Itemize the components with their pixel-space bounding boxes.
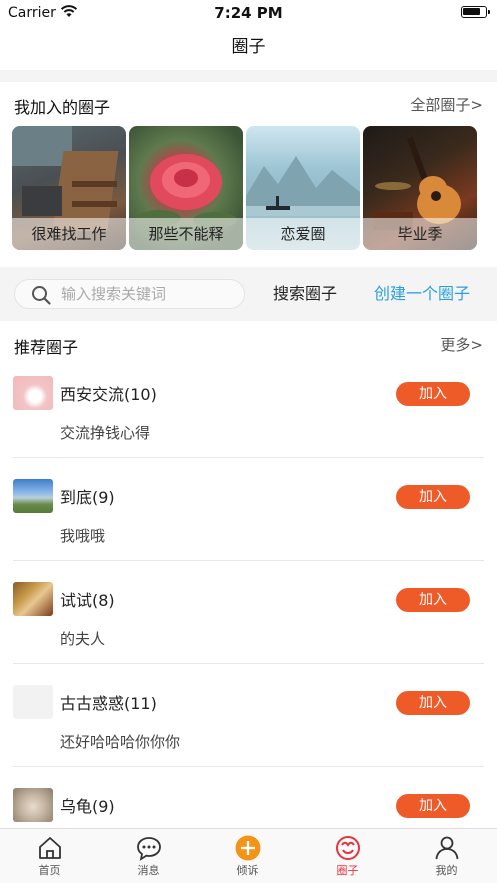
recommended-section: 推荐圈子 更多> 西安交流(10) 交流挣钱心得 加入 到底(9) 我哦哦 加入… <box>0 321 497 828</box>
circle-name: 试试(8) <box>60 591 115 610</box>
list-item[interactable]: 试试(8) 的夫人 加入 <box>13 561 484 664</box>
circle-card-label: 毕业季 <box>363 218 477 250</box>
tab-label: 我的 <box>435 864 458 877</box>
tab-label: 首页 <box>38 864 61 877</box>
circle-name: 到底(9) <box>60 488 115 507</box>
tab-label: 圈子 <box>336 864 359 877</box>
join-button[interactable]: 加入 <box>396 691 470 715</box>
circle-card[interactable]: 那些不能释 <box>129 126 243 250</box>
circle-card[interactable]: 恋爱圈 <box>246 126 360 250</box>
tab-label: 倾诉 <box>236 864 259 877</box>
search-circles-button[interactable]: 搜索圈子 <box>273 267 337 321</box>
circle-avatar <box>13 376 53 410</box>
create-circle-link[interactable]: 创建一个圈子 <box>374 267 470 321</box>
tab-label: 消息 <box>137 864 160 877</box>
status-bar: Carrier 7:24 PM <box>0 0 497 26</box>
circle-avatar <box>13 582 53 616</box>
tab-profile[interactable]: 我的 <box>397 829 496 883</box>
search-icon <box>32 286 51 305</box>
search-input[interactable]: 输入搜索关键词 <box>14 279 245 309</box>
circle-description: 我哦哦 <box>60 527 106 545</box>
circle-card[interactable]: 很难找工作 <box>12 126 126 250</box>
more-link[interactable]: 更多> <box>440 334 483 355</box>
circle-card-label: 很难找工作 <box>12 218 126 250</box>
search-placeholder: 输入搜索关键词 <box>61 285 167 303</box>
circle-name: 西安交流(10) <box>60 385 157 404</box>
my-circles-title: 我加入的圈子 <box>14 98 111 117</box>
join-button[interactable]: 加入 <box>396 794 470 818</box>
my-circles-list: 很难找工作 那些不能释 恋爱圈 毕业季 <box>12 126 485 250</box>
circle-name: 古古惑惑(11) <box>60 694 157 713</box>
home-icon <box>39 837 61 859</box>
all-circles-link[interactable]: 全部圈子> <box>410 94 483 115</box>
circle-avatar <box>13 685 53 719</box>
list-item[interactable]: 西安交流(10) 交流挣钱心得 加入 <box>13 355 484 458</box>
page-title: 圈子 <box>231 37 266 57</box>
join-button[interactable]: 加入 <box>396 485 470 509</box>
circle-description: 的夫人 <box>60 630 106 648</box>
tab-confide[interactable]: 倾诉 <box>198 829 297 883</box>
circle-description: 还好哈哈哈你你你 <box>60 733 181 751</box>
circle-card-label: 那些不能释 <box>129 218 243 250</box>
section-divider <box>0 70 497 82</box>
join-button[interactable]: 加入 <box>396 588 470 612</box>
circle-card[interactable]: 毕业季 <box>363 126 477 250</box>
battery-icon <box>461 6 490 18</box>
search-row: 输入搜索关键词 搜索圈子 创建一个圈子 <box>0 267 497 321</box>
join-button[interactable]: 加入 <box>396 382 470 406</box>
my-circles-header: 我加入的圈子 全部圈子> <box>14 94 483 118</box>
circle-icon <box>336 836 360 860</box>
circle-description: 交流挣钱心得 <box>60 424 151 442</box>
tab-circles[interactable]: 圈子 <box>298 829 397 883</box>
circle-avatar <box>13 479 53 513</box>
list-item[interactable]: 到底(9) 我哦哦 加入 <box>13 458 484 561</box>
list-item[interactable]: 古古惑惑(11) 还好哈哈哈你你你 加入 <box>13 664 484 767</box>
circle-card-label: 恋爱圈 <box>246 218 360 250</box>
circle-avatar <box>13 788 53 822</box>
circle-name: 乌龟(9) <box>60 797 115 816</box>
list-item[interactable]: 乌龟(9) 加入 <box>13 767 484 828</box>
message-icon <box>137 837 161 861</box>
my-circles-section: 我加入的圈子 全部圈子> 很难找工作 那些不能释 恋爱圈 毕业季 <box>0 82 497 267</box>
tab-bar: 首页 消息 倾诉 圈子 我的 <box>0 828 497 883</box>
user-icon <box>435 836 459 860</box>
plus-icon <box>235 835 261 861</box>
clock: 7:24 PM <box>214 4 283 22</box>
nav-bar: 圈子 <box>0 26 497 70</box>
tab-messages[interactable]: 消息 <box>99 829 198 883</box>
tab-home[interactable]: 首页 <box>0 829 99 883</box>
